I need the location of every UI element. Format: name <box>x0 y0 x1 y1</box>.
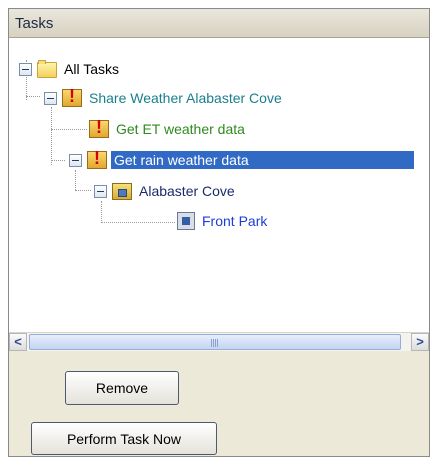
tree-node-label: Get ET weather data <box>116 121 245 137</box>
tree-connector <box>75 190 91 191</box>
tree-connector <box>26 96 40 97</box>
tree-node-label: Get rain weather data <box>111 151 414 169</box>
collapse-toggle-icon[interactable] <box>69 153 82 167</box>
tasks-panel: Tasks All Tasks Share Weather Alabaster … <box>8 8 430 457</box>
collapse-toggle-icon[interactable] <box>94 184 107 198</box>
tree-node-share-weather[interactable]: Share Weather Alabaster Cove <box>44 87 285 107</box>
tree-connector <box>101 201 102 223</box>
tree-node-label: Alabaster Cove <box>139 183 235 199</box>
horizontal-scrollbar[interactable]: < > <box>9 332 429 351</box>
tree-node-get-et-weather[interactable]: Get ET weather data <box>89 118 248 138</box>
tree-connector <box>101 222 175 223</box>
tree-node-alabaster-cove[interactable]: Alabaster Cove <box>94 182 238 200</box>
grip-icon <box>211 339 219 347</box>
task-tree[interactable]: All Tasks Share Weather Alabaster Cove G… <box>9 38 429 332</box>
collapse-toggle-icon[interactable] <box>44 91 57 105</box>
task-alert-icon <box>62 87 82 107</box>
station-icon <box>177 212 195 230</box>
task-alert-icon <box>89 118 109 138</box>
scroll-right-button[interactable]: > <box>411 333 429 351</box>
site-icon <box>112 183 132 200</box>
remove-button[interactable]: Remove <box>65 371 179 405</box>
tree-node-all-tasks[interactable]: All Tasks <box>19 60 122 78</box>
tree-connector <box>51 129 87 130</box>
tree-node-front-park[interactable]: Front Park <box>177 212 270 230</box>
tree-connector <box>51 107 52 165</box>
tree-node-label: Share Weather Alabaster Cove <box>89 90 282 106</box>
tree-connector <box>51 160 65 161</box>
tree-node-label: Front Park <box>202 213 268 229</box>
collapse-toggle-icon[interactable] <box>19 62 32 76</box>
task-alert-icon <box>87 149 107 169</box>
tree-node-label: All Tasks <box>64 61 119 77</box>
perform-task-now-button[interactable]: Perform Task Now <box>31 422 217 455</box>
scroll-left-button[interactable]: < <box>9 333 27 351</box>
folder-icon <box>37 60 57 78</box>
tree-node-get-rain-weather[interactable]: Get rain weather data <box>69 149 414 169</box>
scroll-thumb[interactable] <box>29 334 401 350</box>
tree-connector <box>75 170 76 190</box>
panel-title: Tasks <box>9 9 429 38</box>
